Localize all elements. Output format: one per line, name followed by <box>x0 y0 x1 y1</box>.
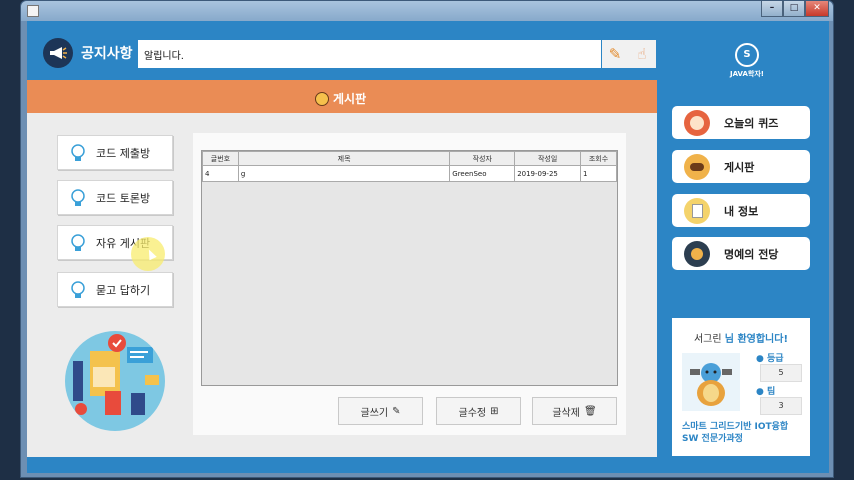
nav-hall-of-fame[interactable]: 명예의 전당 <box>672 237 810 270</box>
edit-doc-icon: ⊞ <box>490 405 499 417</box>
board-panel: 글번호 제목 작성자 작성일 조회수 4 g GreenSeo 2019-09-… <box>193 133 626 435</box>
pencil-icon[interactable]: ✎ <box>602 40 628 68</box>
board-title: 게시판 <box>333 92 367 106</box>
team-value: 3 <box>760 397 802 415</box>
edit-button[interactable]: 글수정 ⊞ <box>436 397 521 425</box>
table-cell: 1 <box>580 165 617 182</box>
lightbulb-icon <box>68 143 88 163</box>
table-cell: 2019-09-25 <box>514 165 582 182</box>
megaphone-icon <box>43 38 73 68</box>
delete-label: 글삭제 <box>552 407 580 419</box>
face-icon <box>315 91 329 106</box>
nav-code-discussion[interactable]: 코드 토론방 <box>57 180 173 215</box>
nav-code-submit[interactable]: 코드 제출방 <box>57 135 173 170</box>
team-label: ● 팀 <box>756 387 776 397</box>
course-line-2: SW 전문가과정 <box>682 434 743 444</box>
board-header: 게시판 <box>27 80 657 113</box>
close-button[interactable]: ✕ <box>805 1 829 17</box>
notice-title: 공지사항 <box>81 46 133 62</box>
trash-icon: 🗑 <box>583 405 597 417</box>
logo: S JAVA학자! <box>727 43 767 83</box>
table-cell: 4 <box>202 165 239 182</box>
col-header[interactable]: 제목 <box>237 151 451 166</box>
app-icon <box>27 5 39 17</box>
nav-qna[interactable]: 묻고 답하기 <box>57 272 173 307</box>
footer-bar <box>27 457 829 473</box>
col-header[interactable]: 작성일 <box>514 151 582 166</box>
delete-button[interactable]: 글삭제 🗑 <box>532 397 617 425</box>
col-header[interactable]: 글번호 <box>202 151 239 166</box>
course-name: 스마트 그리드기반 IOT융합 SW 전문가과정 <box>682 421 788 445</box>
nav-label: 오늘의 퀴즈 <box>724 116 779 130</box>
post-table: 글번호 제목 작성자 작성일 조회수 4 g GreenSeo 2019-09-… <box>201 150 618 386</box>
col-header[interactable]: 조회수 <box>580 151 617 166</box>
profile-card: 서그린 님 환영합니다! ● 등급 5 ● 팀 3 스마트 그리드기반 IOT융… <box>672 318 810 456</box>
logo-mark: S <box>735 43 759 67</box>
nav-board[interactable]: 게시판 <box>672 150 810 183</box>
course-line-1: 스마트 그리드기반 IOT융합 <box>682 422 789 432</box>
edit-note-icon: ✎ <box>392 405 401 417</box>
app-window: – □ ✕ 공지사항 알립니다. ✎ ☝ S JAVA학자! 게시판 코드 제출… <box>20 0 834 478</box>
user-name: 서그린 <box>693 334 722 345</box>
table-header-row: 글번호 제목 작성자 작성일 조회수 <box>202 151 617 166</box>
nav-today-quiz[interactable]: 오늘의 퀴즈 <box>672 106 810 139</box>
quiz-icon <box>684 109 710 136</box>
nav-label: 코드 제출방 <box>96 146 151 160</box>
welcome-message: 서그린 님 환영합니다! <box>672 330 810 345</box>
notice-header: 공지사항 알립니다. ✎ ☝ <box>27 21 657 81</box>
avatar <box>682 353 740 411</box>
col-header[interactable]: 작성자 <box>449 151 516 166</box>
medal-icon <box>684 240 710 267</box>
edit-label: 글수정 <box>458 407 487 419</box>
client-area: 공지사항 알립니다. ✎ ☝ S JAVA학자! 게시판 코드 제출방 코드 토… <box>27 21 829 473</box>
social-illustration <box>65 331 165 431</box>
notice-text: 알립니다. <box>144 51 184 62</box>
logo-text: JAVA학자! <box>730 70 764 78</box>
write-label: 글쓰기 <box>360 407 389 419</box>
grade-label: ● 등급 <box>756 354 784 364</box>
nav-label: 묻고 답하기 <box>96 283 151 297</box>
grade-value: 5 <box>760 364 802 382</box>
minimize-button[interactable]: – <box>761 1 783 17</box>
table-cell: g <box>237 165 451 182</box>
nav-label: 내 정보 <box>724 204 759 218</box>
nav-my-info[interactable]: 내 정보 <box>672 194 810 227</box>
nav-label: 자유 게시판 <box>96 236 151 250</box>
title-bar[interactable]: – □ ✕ <box>21 1 833 21</box>
document-icon <box>684 197 710 224</box>
lightbulb-icon <box>68 233 88 253</box>
nav-label: 게시판 <box>724 160 755 174</box>
board-title-wrap: 게시판 <box>315 90 366 107</box>
face-icon <box>684 153 710 180</box>
hand-pointer-icon[interactable]: ☝ <box>628 40 656 68</box>
nav-label: 코드 토론방 <box>96 191 151 205</box>
nav-label: 명예의 전당 <box>724 247 779 261</box>
welcome-suffix: 님 환영합니다! <box>724 334 789 345</box>
write-button[interactable]: 글쓰기 ✎ <box>338 397 423 425</box>
table-cell: GreenSeo <box>449 165 516 182</box>
lightbulb-icon <box>68 280 88 300</box>
lightbulb-icon <box>68 188 88 208</box>
notice-text-box[interactable]: 알립니다. <box>138 40 601 68</box>
table-row[interactable]: 4 g GreenSeo 2019-09-25 1 <box>202 165 617 182</box>
maximize-button[interactable]: □ <box>783 1 805 17</box>
main-area: 코드 제출방 코드 토론방 자유 게시판 묻고 답하기 글번호 제목 작성자 작… <box>27 113 657 457</box>
